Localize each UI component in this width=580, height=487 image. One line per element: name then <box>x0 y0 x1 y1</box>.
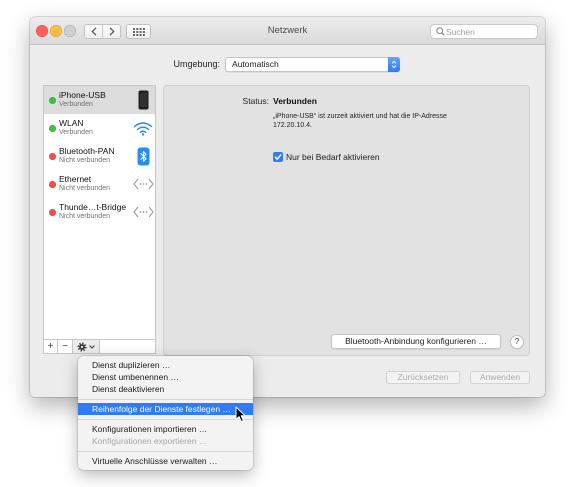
close-button[interactable] <box>36 25 48 37</box>
menu-item-import-configurations[interactable]: Konfigurationen importieren … <box>78 423 253 435</box>
help-button[interactable]: ? <box>510 335 524 349</box>
on-demand-checkbox-label[interactable]: Nur bei Bedarf aktivieren <box>286 152 380 162</box>
service-item-wlan[interactable]: WLAN Verbunden <box>44 114 155 142</box>
apply-button[interactable]: Anwenden <box>470 371 530 384</box>
wifi-icon <box>132 118 154 138</box>
status-value: Verbunden <box>273 96 317 106</box>
service-name: WLAN <box>59 118 84 128</box>
up-down-chevron-icon <box>391 60 397 69</box>
actions-context-menu: Dienst duplizieren … Dienst umbenennen …… <box>78 356 253 470</box>
service-detail-panel: Status: Verbunden „iPhone-USB“ ist zurze… <box>163 85 530 356</box>
menu-item-deactivate-service[interactable]: Dienst deaktivieren <box>78 383 253 395</box>
checkmark-icon <box>274 154 282 160</box>
status-dot <box>49 152 56 160</box>
service-item-ethernet[interactable]: Ethernet Nicht verbunden <box>44 170 155 198</box>
mouse-cursor-icon <box>235 406 246 423</box>
location-value: Automatisch <box>232 59 279 69</box>
chevron-left-icon <box>90 27 96 36</box>
back-button[interactable] <box>85 25 103 38</box>
gear-icon <box>77 342 87 351</box>
title-bar: Netzwerk <box>30 17 545 45</box>
actions-menu-button[interactable] <box>73 340 100 353</box>
grid-icon <box>132 27 145 36</box>
menu-item-duplicate-service[interactable]: Dienst duplizieren … <box>78 359 253 371</box>
menu-separator <box>78 399 253 400</box>
ethernet-icon <box>132 202 154 222</box>
minimize-button[interactable] <box>50 25 62 37</box>
service-item-iphone-usb[interactable]: iPhone-USB Verbunden <box>44 86 155 114</box>
status-label: Status: <box>242 96 269 106</box>
service-status: Nicht verbunden <box>59 213 110 220</box>
service-item-thunderbolt-bridge[interactable]: Thunde…t-Bridge Nicht verbunden <box>44 198 155 226</box>
bluetooth-icon <box>132 146 154 166</box>
on-demand-checkbox[interactable] <box>273 152 283 162</box>
status-description-ip: 172.20.10.4. <box>273 122 312 129</box>
service-name: iPhone-USB <box>59 90 106 100</box>
configure-bluetooth-button[interactable]: Bluetooth-Anbindung konfigurieren … <box>331 334 501 349</box>
service-list: iPhone-USB Verbunden WLAN Verbunden Blue… <box>43 85 156 354</box>
menu-item-export-configurations[interactable]: Konfigurationen exportieren … <box>78 435 253 447</box>
zoom-button <box>64 25 76 37</box>
menu-item-rename-service[interactable]: Dienst umbenennen … <box>78 371 253 383</box>
search-field[interactable] <box>430 24 538 39</box>
status-dot <box>49 96 56 104</box>
chevron-down-icon <box>89 344 95 349</box>
back-forward-control <box>84 24 121 39</box>
service-name: Ethernet <box>59 174 92 184</box>
show-all-button[interactable] <box>126 24 151 39</box>
status-dot <box>49 124 56 132</box>
menu-item-set-service-order[interactable]: Reihenfolge der Dienste festlegen … <box>78 403 253 415</box>
add-service-button[interactable]: + <box>44 340 58 353</box>
search-icon <box>436 27 445 36</box>
network-preferences-window: Netzwerk Umgebung: Automatisch iPhone-US… <box>30 17 545 397</box>
window-title: Netzwerk <box>267 25 308 36</box>
iphone-icon <box>132 90 154 110</box>
popup-stepper <box>388 57 400 72</box>
service-name: Thunde…t-Bridge <box>59 202 127 212</box>
service-name: Bluetooth-PAN <box>59 146 115 156</box>
service-item-bluetooth-pan[interactable]: Bluetooth-PAN Nicht verbunden <box>44 142 155 170</box>
service-status: Nicht verbunden <box>59 185 110 192</box>
search-input[interactable] <box>446 25 534 38</box>
status-description: „iPhone-USB“ ist zurzeit aktiviert und h… <box>273 112 447 120</box>
status-dot <box>49 180 56 188</box>
location-label: Umgebung: <box>173 59 220 69</box>
menu-separator <box>78 451 253 452</box>
chevron-right-icon <box>109 27 115 36</box>
service-status: Nicht verbunden <box>59 157 110 164</box>
status-dot <box>49 208 56 216</box>
forward-button[interactable] <box>103 25 120 38</box>
remove-service-button[interactable]: − <box>58 340 73 353</box>
ethernet-icon <box>132 174 154 194</box>
service-status: Verbunden <box>59 129 93 136</box>
list-toolbar: + − <box>44 339 155 353</box>
revert-button[interactable]: Zurücksetzen <box>386 371 460 384</box>
menu-separator <box>78 419 253 420</box>
menu-item-manage-virtual-interfaces[interactable]: Virtuelle Anschlüsse verwalten … <box>78 455 253 467</box>
service-status: Verbunden <box>59 101 93 108</box>
location-popup[interactable]: Automatisch <box>225 57 400 72</box>
